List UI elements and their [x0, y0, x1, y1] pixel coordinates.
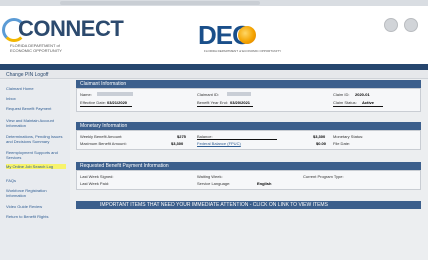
- effective-date-value: 03/21/2020: [107, 100, 128, 105]
- monetary-info-header: Monetary Information: [76, 122, 421, 130]
- claimant-info-panel: Name: Claimant ID: Claim ID: 2020-01 Eff…: [76, 88, 421, 112]
- corner-circle-icon-1[interactable]: [384, 18, 398, 32]
- sidebar-item-request-payment[interactable]: Request Benefit Payment: [6, 106, 66, 111]
- claim-status-label: Claim Status:: [333, 100, 357, 105]
- weekly-benefit-value: $275: [177, 134, 186, 139]
- sidebar-item-reemployment[interactable]: Reemployment Supports and Services: [6, 150, 66, 160]
- claim-status-value: Active: [362, 100, 375, 105]
- sidebar-item-account-information[interactable]: View and Maintain Account Information: [6, 118, 66, 128]
- max-benefit-label: Maximum Benefit Amount:: [80, 141, 127, 146]
- sidebar-item-video-guide[interactable]: Video Guide Review: [6, 204, 66, 209]
- change-pin-logoff-link[interactable]: Change PIN Logoff: [6, 72, 48, 78]
- balance-value: $3,300: [313, 134, 326, 139]
- sidebar-item-benefit-rights[interactable]: Return to Benefit Rights: [6, 214, 66, 219]
- current-program-label: Current Program Type:: [303, 174, 344, 179]
- main-content: Claimant Information Name: Claimant ID: …: [76, 80, 421, 260]
- monetary-info-panel: Weekly Benefit Amount: $275 Maximum Bene…: [76, 130, 421, 150]
- monetary-status-label: Monetary Status:: [333, 134, 364, 139]
- claimant-id-label: Claimant ID:: [197, 92, 220, 97]
- connect-logo[interactable]: CONNECT FLORIDA DEPARTMENT of ECONOMIC O…: [2, 16, 124, 56]
- name-value-redacted: [97, 92, 133, 96]
- requested-payment-header: Requested Benefit Payment Information: [76, 162, 421, 170]
- benefit-year-end-label: Benefit Year End:: [197, 100, 228, 105]
- claim-id-label: Claim ID:: [333, 92, 350, 97]
- sidebar-item-faqs[interactable]: FAQs: [6, 178, 66, 183]
- federal-balance-link[interactable]: Federal Balance (FPUC): [197, 141, 241, 146]
- sidebar-item-claimant-home[interactable]: Claimant Home: [6, 86, 66, 91]
- site-header: CONNECT FLORIDA DEPARTMENT of ECONOMIC O…: [0, 6, 428, 64]
- connect-subtitle-2: ECONOMIC OPPORTUNITY: [10, 48, 62, 53]
- waiting-week-label: Waiting Week:: [197, 174, 223, 179]
- federal-balance-value: $0.00: [316, 141, 327, 146]
- service-language-label: Service Language:: [197, 181, 231, 186]
- claim-id-value: 2020-01: [355, 92, 370, 97]
- connect-wordmark: CONNECT: [18, 16, 124, 41]
- address-bar[interactable]: [60, 1, 260, 5]
- sidebar-item-determinations[interactable]: Determinations, Pending Issues and Decis…: [6, 134, 66, 144]
- sidebar-item-workforce-registration[interactable]: Workforce Registration Information: [6, 188, 66, 198]
- last-week-signed-label: Last Week Signed:: [80, 174, 114, 179]
- deo-subtitle: FLORIDA DEPARTMENT of ECONOMIC OPPORTUNI…: [204, 49, 282, 53]
- max-benefit-value: $3,300: [171, 141, 184, 146]
- sidebar-item-inbox[interactable]: Inbox: [6, 96, 66, 101]
- claimant-info-header: Claimant Information: [76, 80, 421, 88]
- deo-logo: DEO FLORIDA DEPARTMENT of ECONOMIC OPPOR…: [198, 20, 281, 60]
- effective-date-label: Effective Date:: [80, 100, 106, 105]
- service-language-value: English: [257, 181, 272, 186]
- user-links: Change PIN Logoff: [0, 70, 428, 79]
- name-label: Name:: [80, 92, 92, 97]
- benefit-year-end-value: 03/20/2021: [230, 100, 251, 105]
- file-date-label: File Date:: [333, 141, 351, 146]
- corner-circle-icon-2[interactable]: [404, 18, 418, 32]
- requested-payment-panel: Last Week Signed: Last Week Paid: Waitin…: [76, 170, 421, 190]
- last-week-paid-label: Last Week Paid:: [80, 181, 110, 186]
- weekly-benefit-label: Weekly Benefit Amount:: [80, 134, 123, 139]
- sidebar-item-job-search-log[interactable]: My Online Job Search Log: [6, 164, 66, 169]
- deo-sun-icon: [238, 26, 256, 44]
- sidebar: Claimant Home Inbox Request Benefit Paym…: [0, 80, 70, 260]
- attention-banner[interactable]: IMPORTANT ITEMS THAT NEED YOUR IMMEDIATE…: [76, 201, 421, 209]
- claimant-id-value-redacted: [227, 92, 251, 96]
